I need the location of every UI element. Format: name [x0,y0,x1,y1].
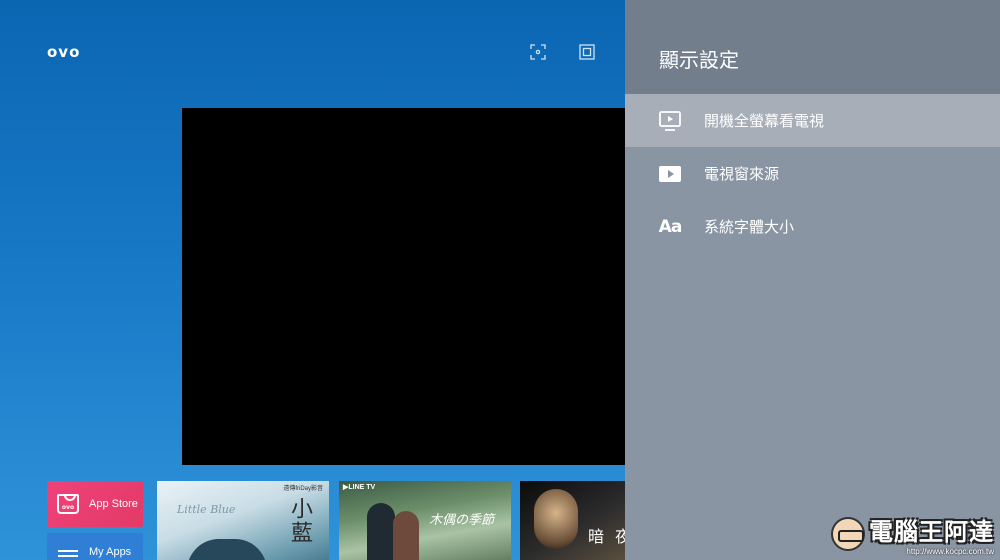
site-watermark: 電腦王阿達 http://www.kocpc.com.tw [831,512,994,556]
panel-title: 顯示設定 [625,0,1000,94]
poster-face-image [534,489,578,549]
poster-title: 小藍 [287,497,312,545]
my-apps-label: My Apps [89,546,132,558]
watermark-url: http://www.kocpc.com.tw [906,547,994,556]
tv-video-window[interactable] [182,108,642,465]
menu-item-label: 電視窗來源 [704,165,780,183]
my-apps-tile[interactable]: My Apps [47,533,143,560]
app-store-label: App Store [89,498,138,510]
picture-in-picture-icon[interactable] [579,44,595,60]
poster-person-image [393,511,419,560]
mascot-face-icon [831,517,865,551]
list-icon [55,541,81,560]
menu-item-fullscreen-tv-on-boot[interactable]: 開機全螢幕看電視 [625,94,1000,147]
poster-person-image [367,503,395,560]
poster-figure-image [187,539,267,560]
store-bag-text: ovo [57,494,79,514]
poster-friday-drama[interactable]: 遠傳friDay影音 Little Blue 小藍 [157,481,329,560]
poster-provider: 遠傳friDay影音 [283,486,323,492]
app-store-tile[interactable]: ovo App Store [47,481,143,527]
play-icon [658,163,682,185]
poster-title: 木偶の季節 [429,513,495,528]
poster-linetv-drama[interactable]: ▶LINE TV 木偶の季節 [339,481,511,560]
menu-item-tv-window-source[interactable]: 電視窗來源 [625,147,1000,200]
tv-play-icon [658,110,682,132]
poster-dark-night[interactable]: 暗 夜 [520,481,640,560]
display-settings-panel: 顯示設定 開機全螢幕看電視 電視窗來源 Aa 系統字體大小 [625,0,1000,560]
menu-item-system-font-size[interactable]: Aa 系統字體大小 [625,200,1000,253]
poster-script-title: Little Blue [177,503,236,516]
brand-logo: ovo [47,43,81,61]
menu-item-label: 系統字體大小 [704,218,795,236]
menu-item-label: 開機全螢幕看電視 [704,112,825,130]
watermark-title: 電腦王阿達 [869,518,994,546]
poster-provider: ▶LINE TV [343,484,376,491]
font-size-icon: Aa [658,216,683,237]
screen-fit-icon[interactable] [530,44,546,60]
store-bag-icon: ovo [55,491,81,517]
